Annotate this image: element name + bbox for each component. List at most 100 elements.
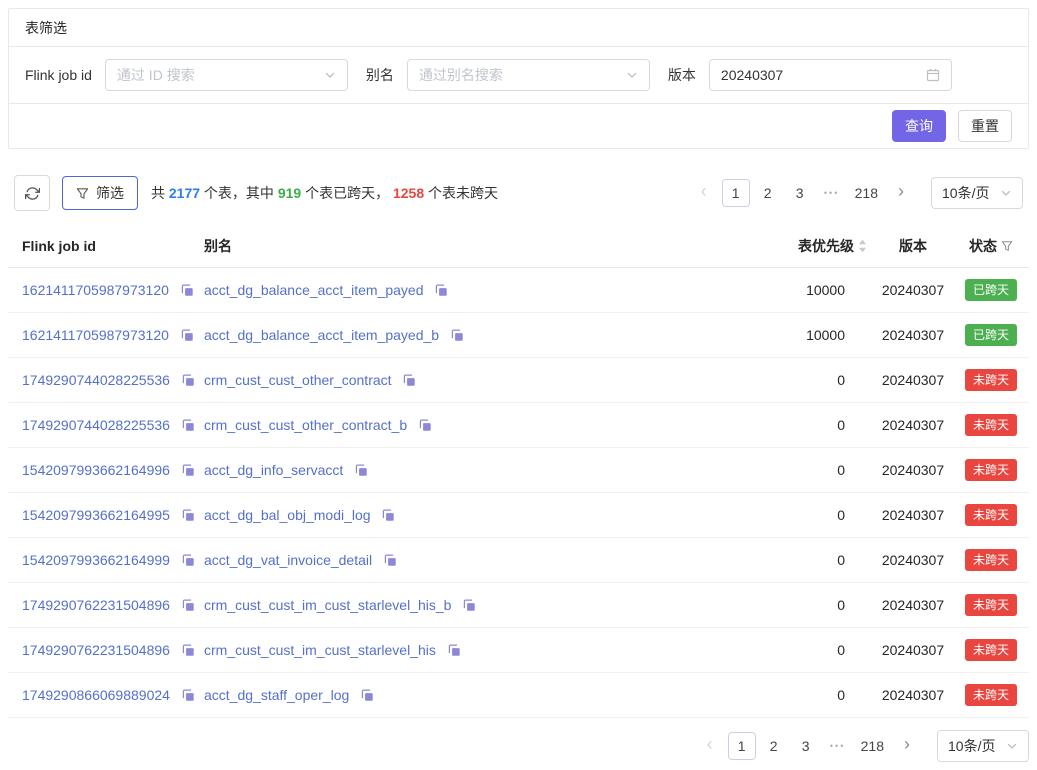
search-button[interactable]: 查询: [892, 110, 946, 142]
column-header-label: 表优先级: [798, 236, 854, 256]
page-size-select[interactable]: 10条/页: [937, 730, 1029, 762]
flink-job-id-link[interactable]: 1749290744028225536: [22, 372, 170, 388]
alias-link[interactable]: acct_dg_info_servacct: [204, 462, 343, 478]
status-badge: 未跨天: [965, 369, 1017, 391]
filter-icon[interactable]: [1001, 240, 1013, 252]
version-date-input[interactable]: 20240307: [709, 59, 952, 91]
alias-cell: crm_cust_cust_other_contract_b: [204, 402, 723, 447]
alias-link[interactable]: acct_dg_staff_oper_log: [204, 687, 349, 703]
version-cell: 20240307: [873, 402, 953, 447]
flink-job-id-link[interactable]: 1542097993662164995: [22, 507, 170, 523]
reset-button[interactable]: 重置: [958, 110, 1012, 142]
results-table: Flink job id 别名 表优先级: [8, 225, 1029, 718]
priority-cell: 10000: [723, 267, 873, 312]
priority-cell: 0: [723, 492, 873, 537]
copy-icon[interactable]: [435, 284, 448, 297]
copy-icon[interactable]: [463, 599, 476, 612]
flink-job-id-label: Flink job id: [25, 67, 92, 83]
version-cell: 20240307: [873, 492, 953, 537]
refresh-icon: [25, 186, 40, 201]
table-toolbar: 筛选 共 2177 个表，其中 919 个表已跨天， 1258 个表未跨天 ‹1…: [8, 175, 1029, 211]
copy-icon[interactable]: [181, 284, 194, 297]
flink-job-id-link[interactable]: 1749290762231504896: [22, 597, 170, 613]
copy-icon[interactable]: [361, 689, 374, 702]
filter-icon: [76, 187, 89, 200]
flink-job-id-link[interactable]: 1749290744028225536: [22, 417, 170, 433]
column-header-status[interactable]: 状态: [953, 225, 1029, 267]
version-label: 版本: [668, 65, 696, 85]
copy-icon[interactable]: [419, 419, 432, 432]
flink-job-id-link[interactable]: 1749290866069889024: [22, 687, 170, 703]
copy-icon[interactable]: [448, 644, 461, 657]
page-size-select[interactable]: 10条/页: [931, 177, 1023, 209]
copy-icon[interactable]: [182, 419, 195, 432]
table-row: 1542097993662164999 acct_dg_vat_invoice_…: [8, 537, 1029, 582]
copy-icon[interactable]: [182, 599, 195, 612]
alias-link[interactable]: acct_dg_balance_acct_item_payed_b: [204, 327, 439, 343]
flink-job-id-placeholder: 通过 ID 搜索: [117, 65, 195, 85]
summary-segment: 共: [151, 185, 169, 201]
pagination-page-1[interactable]: 1: [722, 179, 750, 207]
summary-segment: 个表未跨天: [424, 185, 498, 201]
alias-link[interactable]: acct_dg_balance_acct_item_payed: [204, 282, 424, 298]
filter-toggle-button[interactable]: 筛选: [62, 176, 138, 210]
alias-link[interactable]: crm_cust_cust_other_contract: [204, 372, 392, 388]
flink-job-id-cell: 1749290762231504896: [8, 582, 204, 627]
alias-field: 别名 通过别名搜索: [366, 59, 650, 91]
flink-job-id-link[interactable]: 1749290762231504896: [22, 642, 170, 658]
pagination-page-3[interactable]: 3: [786, 179, 814, 207]
copy-icon[interactable]: [182, 689, 195, 702]
copy-icon[interactable]: [182, 509, 195, 522]
pagination-page-2[interactable]: 2: [754, 179, 782, 207]
sort-icon[interactable]: [858, 239, 867, 253]
flink-job-id-link[interactable]: 1621411705987973120: [22, 282, 169, 298]
pagination-prev-button[interactable]: ‹: [690, 179, 718, 207]
copy-icon[interactable]: [182, 644, 195, 657]
alias-link[interactable]: acct_dg_vat_invoice_detail: [204, 552, 372, 568]
copy-icon[interactable]: [182, 374, 195, 387]
status-badge: 未跨天: [965, 459, 1017, 481]
pagination-next-button[interactable]: ›: [893, 732, 921, 760]
flink-job-id-cell: 1749290744028225536: [8, 357, 204, 402]
pagination-prev-button[interactable]: ‹: [696, 732, 724, 760]
status-cell: 未跨天: [953, 537, 1029, 582]
table-body: 1621411705987973120 acct_dg_balance_acct…: [8, 267, 1029, 717]
copy-icon[interactable]: [181, 329, 194, 342]
copy-icon[interactable]: [451, 329, 464, 342]
alias-link[interactable]: crm_cust_cust_other_contract_b: [204, 417, 407, 433]
status-cell: 已跨天: [953, 312, 1029, 357]
status-cell: 未跨天: [953, 672, 1029, 717]
pagination-page-218[interactable]: 218: [850, 179, 883, 207]
flink-job-id-link[interactable]: 1542097993662164996: [22, 462, 170, 478]
flink-job-id-link[interactable]: 1542097993662164999: [22, 552, 170, 568]
alias-cell: acct_dg_info_servacct: [204, 447, 723, 492]
column-header-priority[interactable]: 表优先级: [723, 225, 873, 267]
pagination-page-1[interactable]: 1: [728, 732, 756, 760]
status-badge: 未跨天: [965, 549, 1017, 571]
summary-segment: 2177: [169, 185, 200, 201]
copy-icon[interactable]: [182, 464, 195, 477]
status-cell: 未跨天: [953, 402, 1029, 447]
summary-segment: 个表已跨天，: [301, 185, 393, 201]
pagination-page-3[interactable]: 3: [792, 732, 820, 760]
copy-icon[interactable]: [403, 374, 416, 387]
alias-select[interactable]: 通过别名搜索: [407, 59, 650, 91]
copy-icon[interactable]: [384, 554, 397, 567]
alias-link[interactable]: crm_cust_cust_im_cust_starlevel_his: [204, 642, 436, 658]
alias-link[interactable]: acct_dg_bal_obj_modi_log: [204, 507, 371, 523]
copy-icon[interactable]: [382, 509, 395, 522]
flink-job-id-field: Flink job id 通过 ID 搜索: [25, 59, 348, 91]
flink-job-id-select[interactable]: 通过 ID 搜索: [105, 59, 348, 91]
alias-link[interactable]: crm_cust_cust_im_cust_starlevel_his_b: [204, 597, 451, 613]
pagination-next-button[interactable]: ›: [887, 179, 915, 207]
summary-segment: 919: [278, 185, 301, 201]
copy-icon[interactable]: [355, 464, 368, 477]
filter-card: 表筛选 Flink job id 通过 ID 搜索 别名 通过别名搜索: [8, 8, 1029, 149]
version-cell: 20240307: [873, 582, 953, 627]
copy-icon[interactable]: [182, 554, 195, 567]
pagination-page-2[interactable]: 2: [760, 732, 788, 760]
flink-job-id-link[interactable]: 1621411705987973120: [22, 327, 169, 343]
refresh-button[interactable]: [14, 175, 50, 211]
table-row: 1749290744028225536 crm_cust_cust_other_…: [8, 357, 1029, 402]
pagination-page-218[interactable]: 218: [856, 732, 889, 760]
